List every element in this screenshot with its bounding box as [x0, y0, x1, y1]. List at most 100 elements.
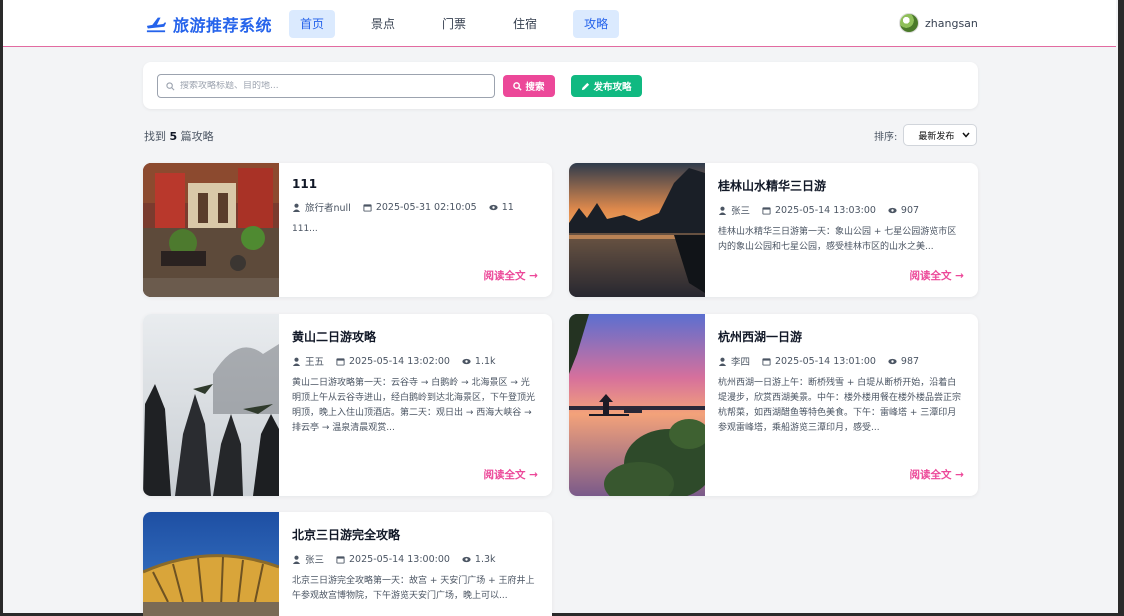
airplane-icon	[146, 17, 166, 33]
author-meta: 李四	[718, 354, 750, 368]
guide-views: 1.1k	[474, 355, 496, 367]
read-more-link[interactable]: 阅读全文 →	[484, 268, 538, 283]
pencil-icon	[582, 82, 590, 90]
eye-icon	[462, 556, 471, 562]
brand-title: 旅游推荐系统	[173, 16, 273, 35]
views-meta: 11	[489, 202, 514, 213]
eye-icon	[489, 204, 498, 210]
brand-logo[interactable]: 旅游推荐系统	[145, 12, 272, 36]
result-prefix: 找到	[144, 130, 166, 143]
search-input[interactable]	[180, 81, 480, 91]
sort-control: 排序: 最新发布	[874, 124, 978, 146]
user-icon	[292, 555, 301, 564]
guide-date: 2025-05-14 13:00:00	[349, 553, 450, 565]
guide-card[interactable]: 桂林山水精华三日游 张三 2025-05-14 13:03:00 907 桂林山…	[569, 163, 978, 297]
guide-author: 王五	[305, 357, 325, 368]
date-meta: 2025-05-14 13:00:00	[336, 554, 450, 565]
guide-excerpt: 黄山二日游攻略第一天：云谷寺 → 白鹅岭 → 北海景区 → 光明顶上午从云谷寺进…	[292, 378, 536, 433]
guide-author: 张三	[731, 206, 751, 217]
top-navbar: 旅游推荐系统 首页 景点 门票 住宿 攻略 zhangsan	[3, 0, 1116, 47]
user-icon	[292, 357, 301, 366]
publish-button-label: 发布攻略	[593, 82, 632, 93]
author-meta: 张三	[718, 203, 750, 217]
sort-select[interactable]: 最新发布	[903, 124, 978, 146]
guide-image	[143, 512, 279, 616]
guide-image	[569, 314, 705, 496]
search-button[interactable]: 搜索	[503, 75, 555, 97]
search-field[interactable]	[157, 74, 495, 98]
username: zhangsan	[925, 16, 978, 30]
date-meta: 2025-05-14 13:03:00	[762, 205, 876, 216]
sort-label: 排序:	[874, 131, 898, 143]
sort-selected: 最新发布	[918, 131, 955, 142]
result-count: 找到 5 篇攻略	[144, 128, 214, 144]
guide-views: 11	[501, 201, 514, 213]
guide-image	[569, 163, 705, 297]
date-meta: 2025-05-14 13:02:00	[336, 356, 450, 367]
views-meta: 1.1k	[462, 356, 496, 367]
search-panel: 搜索 发布攻略	[143, 62, 978, 109]
guide-date: 2025-05-14 13:02:00	[349, 355, 450, 367]
result-number: 5	[169, 130, 178, 143]
calendar-icon	[336, 555, 345, 564]
guide-views: 1.3k	[474, 553, 496, 565]
nav-lodging[interactable]: 住宿	[502, 10, 548, 38]
guide-title[interactable]: 北京三日游完全攻略	[292, 526, 538, 543]
guide-views: 907	[900, 204, 920, 216]
views-meta: 1.3k	[462, 554, 496, 565]
search-button-label: 搜索	[525, 82, 545, 93]
guide-excerpt: 桂林山水精华三日游第一天：象山公园 + 七星公园游览市区内的象山公园和七星公园，…	[718, 227, 957, 252]
guide-card[interactable]: 黄山二日游攻略 王五 2025-05-14 13:02:00 1.1k 黄山二日…	[143, 314, 552, 496]
user-icon	[292, 203, 301, 212]
search-icon	[166, 81, 175, 90]
author-meta: 王五	[292, 354, 324, 368]
guide-card[interactable]: 111 旅行者null 2025-05-31 02:10:05 11 111..…	[143, 163, 552, 297]
date-meta: 2025-05-14 13:01:00	[762, 356, 876, 367]
calendar-icon	[762, 357, 771, 366]
guide-title[interactable]: 111	[292, 177, 538, 191]
eye-icon	[462, 358, 471, 364]
user-menu[interactable]: zhangsan	[899, 13, 978, 33]
calendar-icon	[363, 203, 372, 212]
guide-date: 2025-05-14 13:01:00	[775, 355, 876, 367]
read-more-link[interactable]: 阅读全文 →	[910, 268, 964, 283]
guide-image	[143, 314, 279, 496]
guide-date: 2025-05-14 13:03:00	[775, 204, 876, 216]
views-meta: 907	[888, 205, 919, 216]
publish-guide-button[interactable]: 发布攻略	[571, 75, 642, 97]
guide-excerpt: 111...	[292, 224, 318, 234]
views-meta: 987	[888, 356, 919, 367]
search-icon	[513, 81, 523, 91]
eye-icon	[888, 207, 897, 213]
author-meta: 旅行者null	[292, 200, 351, 214]
main-nav: 首页 景点 门票 住宿 攻略	[289, 10, 644, 38]
nav-attractions[interactable]: 景点	[360, 10, 406, 38]
guide-card[interactable]: 北京三日游完全攻略 张三 2025-05-14 13:00:00 1.3k 北京…	[143, 512, 552, 616]
eye-icon	[888, 358, 897, 364]
user-icon	[718, 206, 727, 215]
guide-title[interactable]: 黄山二日游攻略	[292, 328, 538, 345]
date-meta: 2025-05-31 02:10:05	[363, 202, 477, 213]
guide-title[interactable]: 杭州西湖一日游	[718, 328, 964, 345]
guide-author: 旅行者null	[305, 203, 351, 214]
guide-card[interactable]: 杭州西湖一日游 李四 2025-05-14 13:01:00 987 杭州西湖一…	[569, 314, 978, 496]
user-icon	[718, 357, 727, 366]
guide-excerpt: 北京三日游完全攻略第一天：故宫 + 天安门广场 + 王府井上午参观故宫博物院，下…	[292, 576, 535, 601]
author-meta: 张三	[292, 552, 324, 566]
read-more-link[interactable]: 阅读全文 →	[910, 467, 964, 482]
guide-author: 张三	[305, 555, 325, 566]
calendar-icon	[336, 357, 345, 366]
result-suffix: 篇攻略	[180, 130, 214, 143]
nav-home[interactable]: 首页	[289, 10, 336, 38]
guide-views: 987	[900, 355, 920, 367]
guide-excerpt: 杭州西湖一日游上午：断桥残雪 + 白堤从断桥开始，沿着白堤漫步，欣赏西湖美景。中…	[718, 378, 962, 433]
read-more-link[interactable]: 阅读全文 →	[484, 467, 538, 482]
avatar	[899, 13, 919, 33]
guide-title[interactable]: 桂林山水精华三日游	[718, 177, 964, 194]
chevron-down-icon	[962, 132, 970, 138]
guide-image	[143, 163, 279, 297]
guide-date: 2025-05-31 02:10:05	[375, 201, 477, 213]
nav-guides[interactable]: 攻略	[573, 10, 620, 38]
calendar-icon	[762, 206, 771, 215]
nav-tickets[interactable]: 门票	[431, 10, 477, 38]
